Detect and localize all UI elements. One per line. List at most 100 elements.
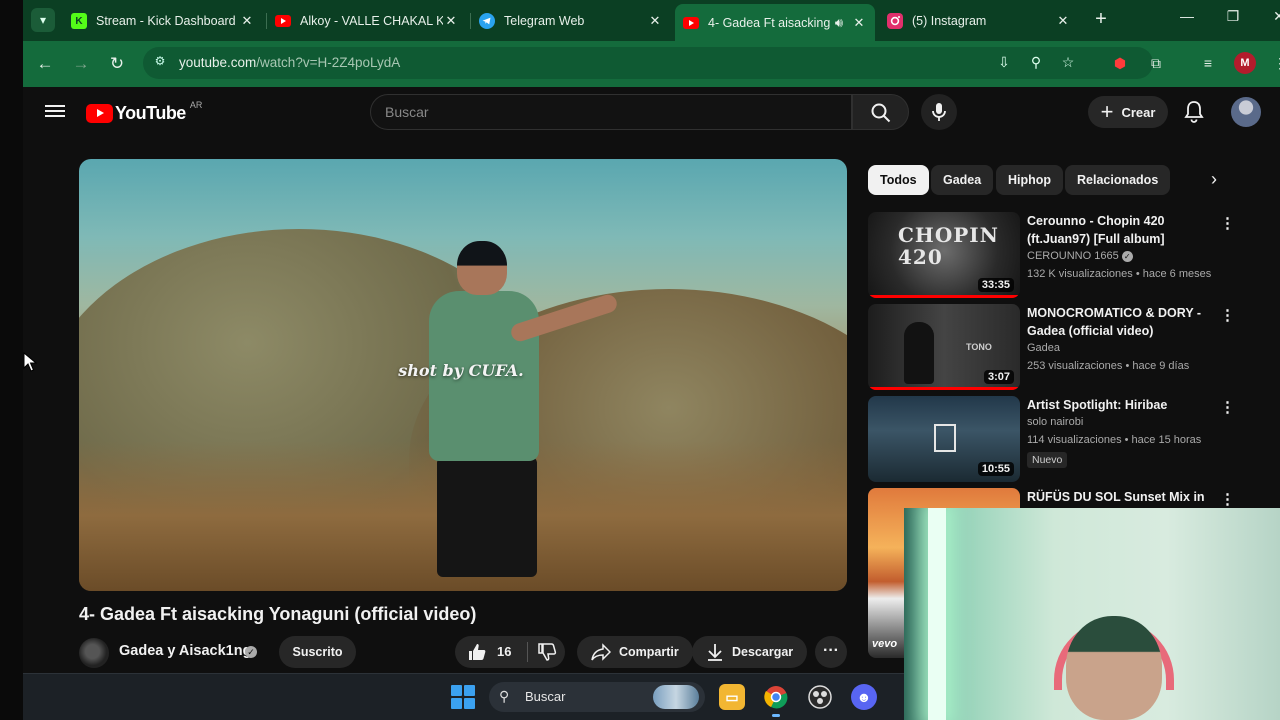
obs-icon[interactable]	[807, 684, 833, 710]
tab-strip: ▾ K Stream - Kick Dashboard ✕ Alkoy - VA…	[23, 0, 1280, 41]
recommendation-channel[interactable]: Gadea	[1027, 342, 1060, 354]
chip-gadea[interactable]: Gadea	[931, 165, 994, 195]
verified-check-icon: ✓	[1121, 251, 1133, 262]
site-info-icon[interactable]: ⚙	[151, 54, 169, 72]
file-explorer-icon[interactable]: ▭	[719, 684, 745, 710]
tab-instagram[interactable]: (5) Instagram ✕	[879, 6, 1079, 36]
search-input[interactable]: Buscar	[370, 94, 852, 130]
close-icon[interactable]: ✕	[851, 15, 867, 31]
tab-title: Alkoy - VALLE CHAKAL K	[300, 14, 443, 28]
forward-arrow-icon[interactable]: →	[69, 52, 93, 76]
chip-todos[interactable]: Todos	[868, 165, 929, 195]
create-button[interactable]: + Crear	[1088, 96, 1168, 128]
recommendation-title[interactable]: MONOCROMATICO & DORY - Gadea (official v…	[1027, 304, 1219, 340]
discord-icon[interactable]: ☻	[851, 684, 877, 710]
chip-hiphop[interactable]: Hiphop	[996, 165, 1064, 195]
video-overlay-caption: shot by CUFA.	[398, 361, 524, 380]
chip-relacionados[interactable]: Relacionados	[1065, 165, 1171, 195]
chevron-right-icon[interactable]: ›	[1196, 165, 1232, 195]
youtube-logo[interactable]: YouTube AR	[86, 100, 202, 124]
kick-icon: K	[71, 13, 87, 29]
restore-icon[interactable]: ❐	[1221, 8, 1245, 25]
new-tab-button[interactable]: +	[1089, 8, 1113, 32]
more-options-icon[interactable]: ⋮	[1220, 398, 1235, 416]
notifications-bell-icon[interactable]	[1181, 99, 1207, 125]
speaker-icon[interactable]: 🔊︎	[831, 15, 847, 31]
thumbnail-logo-icon	[934, 424, 956, 452]
chrome-icon[interactable]	[763, 684, 789, 717]
close-icon[interactable]: ✕	[647, 13, 663, 29]
more-actions-button[interactable]: ···	[815, 636, 847, 668]
tab-title: Stream - Kick Dashboard	[96, 14, 236, 28]
profile-avatar[interactable]: M	[1234, 52, 1256, 74]
webcam-overlay	[904, 508, 1280, 720]
back-arrow-icon[interactable]: ←	[33, 52, 57, 76]
recommendation-meta: 253 visualizaciones • hace 9 días	[1027, 360, 1190, 372]
recommendation-title[interactable]: Cerounno - Chopin 420 (ft.Juan97) [Full …	[1027, 212, 1219, 248]
subscribe-button[interactable]: Suscrito	[279, 636, 356, 668]
recommendation-item[interactable]: 10:55 Artist Spotlight: Hiribae solo nai…	[868, 396, 1248, 482]
account-avatar[interactable]	[1231, 97, 1261, 127]
thumbs-up-icon[interactable]	[467, 642, 487, 667]
voice-search-button[interactable]	[921, 94, 957, 130]
watch-progress-bar	[868, 295, 1020, 298]
channel-avatar[interactable]	[79, 638, 109, 668]
share-button[interactable]: Compartir	[577, 636, 693, 668]
video-duration: 3:07	[983, 370, 1014, 384]
recommendation-channel[interactable]: solo nairobi	[1027, 416, 1083, 428]
close-icon[interactable]: ✕	[443, 13, 459, 29]
extension-shield-icon[interactable]: ⬢	[1109, 52, 1131, 74]
channel-name[interactable]: Gadea y Aisack1ng	[119, 643, 251, 659]
download-icon	[708, 644, 722, 661]
video-thumbnail[interactable]: TONO 3:07	[868, 304, 1020, 390]
address-bar[interactable]: ⚙ youtube.com/watch?v=H-2Z4poLydA ⇩ ⚲ ☆	[143, 47, 1153, 79]
url-text[interactable]: youtube.com/watch?v=H-2Z4poLydA	[179, 55, 400, 70]
recommendation-title[interactable]: Artist Spotlight: Hiribae	[1027, 396, 1219, 414]
recommendation-item[interactable]: TONO 3:07 MONOCROMATICO & DORY - Gadea (…	[868, 304, 1248, 390]
recommendation-meta: 132 K visualizaciones • hace 6 meses	[1027, 268, 1212, 280]
video-player[interactable]: shot by CUFA.	[79, 159, 847, 591]
close-window-icon[interactable]: ✕	[1267, 8, 1280, 25]
tab-alkoy[interactable]: Alkoy - VALLE CHAKAL K ✕	[267, 6, 467, 36]
thumbs-down-icon[interactable]	[537, 642, 557, 667]
recommendation-meta: 114 visualizaciones • hace 15 horas	[1027, 434, 1202, 446]
hamburger-menu-icon[interactable]	[45, 102, 65, 122]
windows-start-icon[interactable]	[451, 685, 475, 709]
recommendation-channel[interactable]: CEROUNNO 1665 ✓	[1027, 250, 1133, 262]
like-dislike-group: 16	[455, 636, 565, 668]
close-icon[interactable]: ✕	[239, 13, 255, 29]
youtube-play-icon	[86, 104, 113, 123]
video-thumbnail[interactable]: 10:55	[868, 396, 1020, 482]
media-controls-icon[interactable]: ≡	[1197, 52, 1219, 74]
youtube-icon	[275, 13, 291, 29]
recommendation-title[interactable]: RÜFÜS DU SOL Sunset Mix in	[1027, 488, 1219, 506]
tab-telegram[interactable]: Telegram Web ✕	[471, 6, 671, 36]
reload-icon[interactable]: ↻	[105, 52, 129, 76]
tab-title: (5) Instagram	[912, 14, 987, 28]
tab-search-dropdown[interactable]: ▾	[31, 8, 55, 32]
video-actions-row: Gadea y Aisack1ng ✓ Suscrito 16 Comparti…	[79, 636, 869, 672]
watch-progress-bar	[868, 387, 1020, 390]
download-button[interactable]: Descargar	[692, 636, 808, 668]
vevo-logo: vevo	[872, 638, 898, 650]
search-icon: ⚲	[499, 688, 510, 704]
video-thumbnail[interactable]: CHOPIN 420 33:35	[868, 212, 1020, 298]
tab-kick[interactable]: K Stream - Kick Dashboard ✕	[63, 6, 263, 36]
install-app-icon[interactable]: ⇩	[995, 54, 1013, 72]
close-icon[interactable]: ✕	[1055, 13, 1071, 29]
more-menu-icon[interactable]: ⋮	[1269, 52, 1280, 74]
bookmark-star-icon[interactable]: ☆	[1059, 54, 1077, 72]
tab-gadea-active[interactable]: 4- Gadea Ft aisacking 🔊︎ ✕	[675, 4, 875, 41]
share-arrow-icon	[591, 643, 611, 661]
more-options-icon[interactable]: ⋮	[1220, 490, 1235, 508]
video-title: 4- Gadea Ft aisacking Yonaguni (official…	[79, 604, 477, 624]
more-options-icon[interactable]: ⋮	[1220, 306, 1235, 324]
extensions-puzzle-icon[interactable]: ⧉	[1145, 52, 1167, 74]
taskbar-search[interactable]: ⚲ Buscar	[489, 682, 705, 712]
search-button[interactable]	[852, 94, 909, 130]
more-options-icon[interactable]: ⋮	[1220, 214, 1235, 232]
zoom-icon[interactable]: ⚲	[1027, 54, 1045, 72]
minimize-icon[interactable]: —	[1175, 8, 1199, 24]
recommendation-item[interactable]: CHOPIN 420 33:35 Cerounno - Chopin 420 (…	[868, 212, 1248, 298]
desktop-left-edge	[0, 0, 23, 720]
